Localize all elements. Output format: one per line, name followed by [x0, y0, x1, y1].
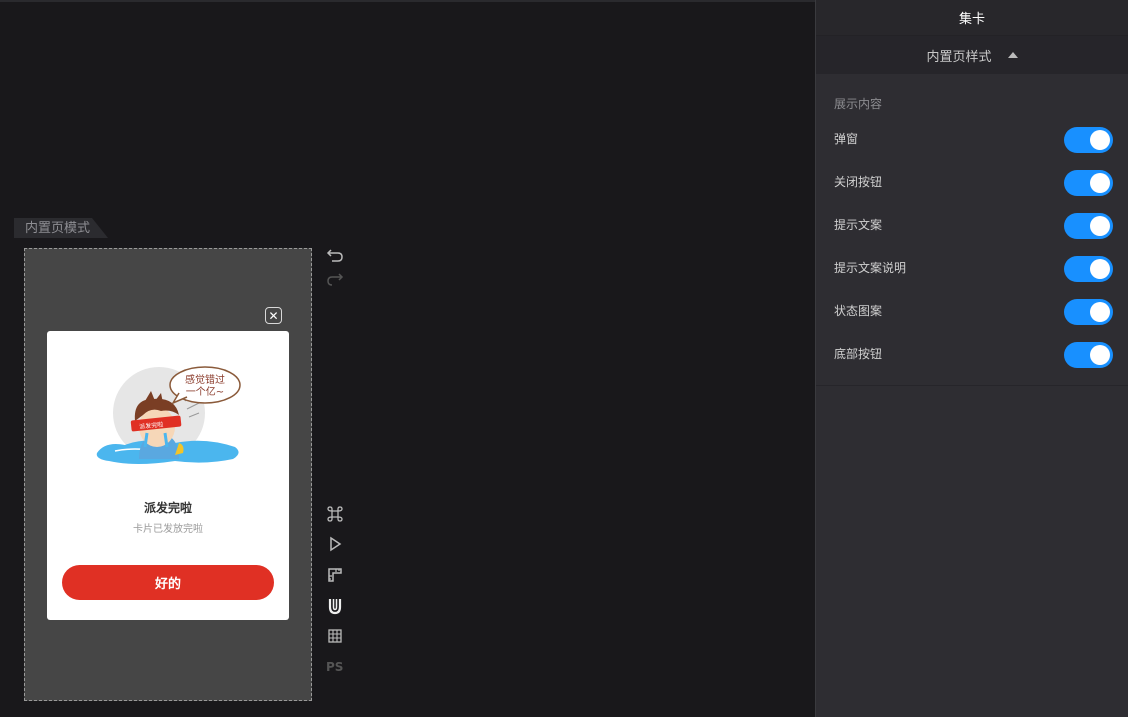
toggle-knob [1090, 216, 1110, 236]
toggle-row-bottom-button: 底部按钮 [816, 332, 1128, 375]
properties-panel: 集卡 内置页样式 展示内容 弹窗 关闭按钮 提示文案 提示文案说明 状态图案 底… [815, 0, 1128, 717]
redo-icon[interactable] [326, 272, 344, 290]
phone-canvas[interactable]: ✕ 派发完啦 感觉错过 一个亿~ 派发完啦 卡片已发放完啦 好的 [24, 248, 312, 701]
popup-title: 派发完啦 [143, 501, 192, 515]
toggle-label: 提示文案 [834, 218, 883, 232]
toggle-switch[interactable] [1064, 127, 1113, 153]
toggle-label: 关闭按钮 [834, 175, 883, 189]
panel-title: 集卡 [816, 0, 1128, 36]
bubble-text-line1: 感觉错过 [185, 373, 225, 386]
toggle-switch[interactable] [1064, 342, 1113, 368]
toggle-knob [1090, 259, 1110, 279]
command-icon[interactable] [326, 505, 344, 523]
toggle-switch[interactable] [1064, 170, 1113, 196]
toggle-label: 状态图案 [834, 304, 883, 318]
toggle-knob [1090, 130, 1110, 150]
ok-button[interactable]: 好的 [62, 565, 274, 600]
toggle-label: 底部按钮 [834, 347, 883, 361]
toggle-switch[interactable] [1064, 256, 1113, 282]
play-icon[interactable] [326, 535, 344, 553]
toggle-label: 弹窗 [834, 132, 859, 146]
status-illustration: 派发完啦 感觉错过 一个亿~ [96, 366, 241, 464]
toggle-switch[interactable] [1064, 213, 1113, 239]
section-body: 展示内容 弹窗 关闭按钮 提示文案 提示文案说明 状态图案 底部按钮 [816, 74, 1128, 386]
toggle-knob [1090, 173, 1110, 193]
mode-label: 内置页模式 [14, 218, 108, 238]
toggle-row-status-image: 状态图案 [816, 289, 1128, 332]
section-header[interactable]: 内置页样式 [816, 36, 1128, 74]
chevron-up-icon[interactable] [1007, 52, 1018, 58]
toggle-row-close-button: 关闭按钮 [816, 160, 1128, 203]
toggle-row-tip-description: 提示文案说明 [816, 246, 1128, 289]
toggle-row-tip-text: 提示文案 [816, 203, 1128, 246]
toggle-row-popup: 弹窗 [816, 117, 1128, 160]
close-icon[interactable]: ✕ [265, 307, 282, 324]
toggle-knob [1090, 302, 1110, 322]
ruler-icon[interactable] [326, 566, 344, 584]
popup-description: 卡片已发放完啦 [133, 524, 203, 535]
undo-icon[interactable] [326, 245, 344, 263]
magnet-icon[interactable] [326, 597, 344, 615]
toggle-switch[interactable] [1064, 299, 1113, 325]
ps-button[interactable]: PS [326, 660, 346, 678]
popup-dialog[interactable]: 派发完啦 感觉错过 一个亿~ 派发完啦 卡片已发放完啦 好的 [47, 331, 289, 620]
grid-icon[interactable] [326, 627, 344, 645]
group-label: 展示内容 [834, 97, 883, 111]
toggle-knob [1090, 345, 1110, 365]
toggle-label: 提示文案说明 [834, 261, 907, 275]
bubble-text-line2: 一个亿~ [186, 385, 224, 398]
section-title: 内置页样式 [926, 49, 992, 65]
top-border [0, 0, 816, 2]
